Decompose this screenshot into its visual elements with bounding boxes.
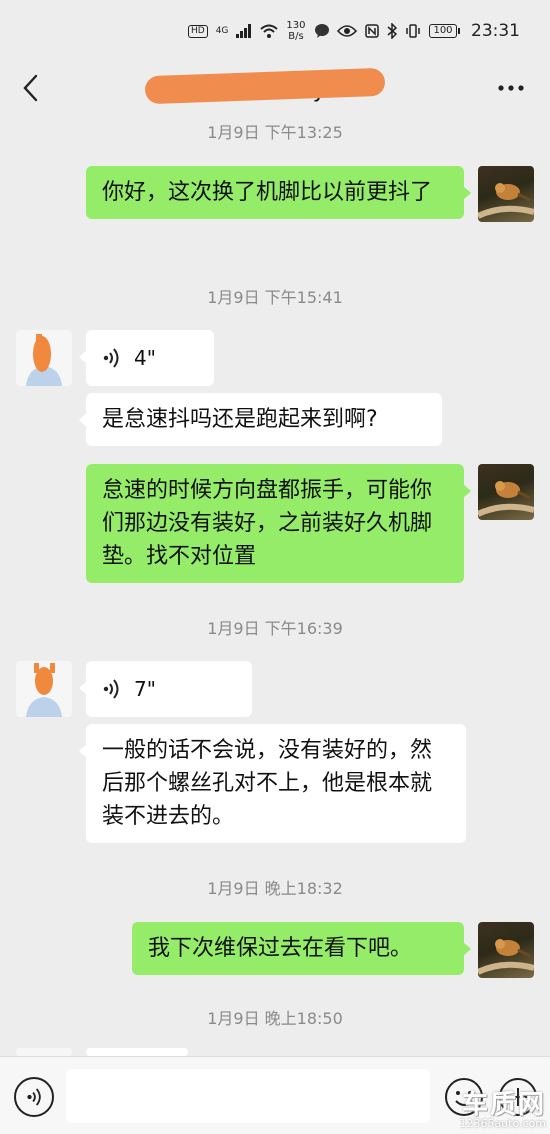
battery-indicator: 100 xyxy=(429,24,460,38)
watermark-url: 12365auto.com xyxy=(459,1117,546,1130)
bird-avatar-icon xyxy=(478,183,534,219)
voice-message-bubble[interactable]: 4" xyxy=(79,330,214,386)
contact-avatar-partial xyxy=(16,1048,72,1056)
voice-mode-icon[interactable] xyxy=(14,1077,54,1117)
sent-message-bubble[interactable]: 你好，这次换了机脚比以前更抖了 xyxy=(86,166,471,219)
hd-badge: HD xyxy=(188,24,208,38)
bird-avatar-icon xyxy=(478,939,534,975)
chat-bubble-icon xyxy=(314,24,329,38)
watermark: 车质网 12365auto.com xyxy=(459,1084,546,1130)
sent-message-bubble[interactable]: 我下次维保过去在看下吧。 xyxy=(132,922,471,975)
status-right-group: 100 23:31 xyxy=(337,21,520,41)
message-timestamp: 1月9日 下午15:41 xyxy=(207,288,343,307)
input-bar: 车质网 12365auto.com xyxy=(0,1056,550,1134)
bird-avatar-icon xyxy=(478,481,534,517)
more-dots-icon[interactable] xyxy=(494,74,528,102)
voice-wave-icon xyxy=(103,348,119,368)
person-avatar-icon xyxy=(26,334,62,386)
net-speed-value: 130 xyxy=(286,20,306,31)
sent-message-bubble[interactable]: 怠速的时候方向盘都振手，可能你们那边没有装好，之前装好久机脚垫。找不对位置 xyxy=(86,464,471,583)
vibrate-icon xyxy=(406,24,420,38)
net-speed-unit: B/s xyxy=(288,31,304,42)
net-speed: 130 B/s xyxy=(286,20,305,42)
nfc-icon xyxy=(365,24,379,38)
person-avatar-icon xyxy=(26,663,62,717)
received-message-bubble[interactable]: 一般的话不会说，没有装好的，然后那个螺丝孔对不上，他是根本就装不进去的。 xyxy=(79,724,466,843)
signal-icon xyxy=(236,24,252,38)
contact-avatar[interactable] xyxy=(16,330,72,386)
message-timestamp: 1月9日 晚上18:50 xyxy=(207,1009,343,1028)
watermark-brand: 车质网 xyxy=(461,1090,546,1120)
status-bar: HD 4G 130 B/s 100 23:31 xyxy=(0,0,550,62)
received-message-bubble[interactable]: 是怠速抖吗还是跑起来到啊? xyxy=(79,393,442,446)
voice-wave-icon xyxy=(103,679,119,699)
voice-duration: 7" xyxy=(134,676,156,701)
bluetooth-icon xyxy=(387,23,397,39)
message-timestamp: 1月9日 晚上18:32 xyxy=(207,879,343,898)
message-timestamp: 1月9日 下午13:25 xyxy=(207,123,343,142)
contact-avatar[interactable] xyxy=(16,661,72,717)
eye-icon xyxy=(337,25,357,37)
my-avatar[interactable] xyxy=(478,464,534,520)
voice-duration: 4" xyxy=(134,345,156,370)
message-timestamp: 1月9日 下午16:39 xyxy=(207,619,343,638)
voice-message-bubble[interactable]: 7" xyxy=(79,661,252,717)
status-time: 23:31 xyxy=(471,21,520,41)
received-message-bubble-partial xyxy=(86,1048,188,1056)
my-avatar[interactable] xyxy=(478,166,534,222)
status-left-group: HD 4G 130 B/s xyxy=(188,20,330,42)
network-type: 4G xyxy=(215,26,229,36)
message-input[interactable] xyxy=(66,1069,430,1123)
my-avatar[interactable] xyxy=(478,922,534,978)
wifi-icon xyxy=(260,24,279,38)
chat-header: 张 ... wey xyxy=(0,62,550,116)
